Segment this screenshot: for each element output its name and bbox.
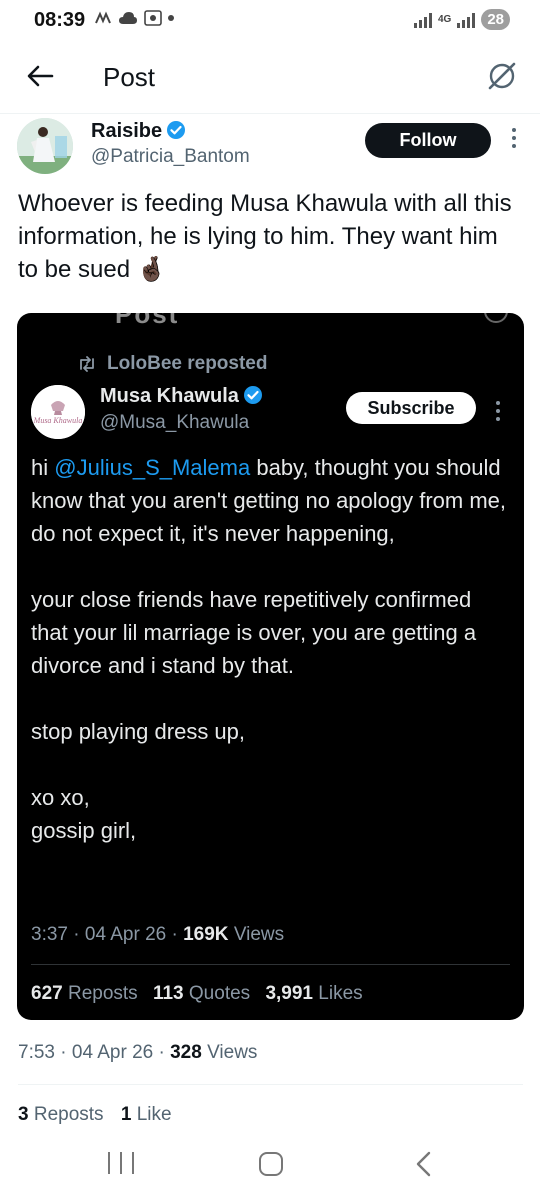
status-bar: 08:39 4G 28 (0, 0, 540, 42)
embed-quotes-label: Quotes (188, 983, 251, 1004)
status-right: 4G 28 (413, 9, 510, 30)
author-name[interactable]: Raisibe (91, 120, 186, 143)
embed-likes-label: Likes (318, 983, 363, 1004)
recent-apps-icon[interactable] (108, 1152, 134, 1174)
embed-cut-title: Post (115, 313, 180, 329)
embed-text-pre: hi (31, 455, 55, 480)
embed-body: hi @Julius_S_Malema baby, thought you sh… (31, 451, 511, 847)
author-avatar[interactable] (17, 118, 73, 174)
embed-author-handle: @Musa_Khawula (100, 412, 250, 433)
avatar-image (17, 118, 73, 174)
embed-paragraph-4: xo xo, (31, 785, 90, 810)
back-arrow-icon[interactable] (24, 60, 56, 92)
embed-paragraph-1: hi @Julius_S_Malema baby, thought you sh… (31, 451, 511, 550)
signal-icon-2 (457, 12, 476, 28)
battery-indicator: 28 (481, 9, 510, 30)
page-title: Post (103, 62, 156, 92)
embed-more-icon (496, 401, 502, 425)
post-views-count: 328 (170, 1042, 202, 1063)
repost-indicator: LoloBee reposted (77, 353, 267, 375)
post-date: 04 Apr 26 (71, 1042, 154, 1063)
post-likes-label: Like (136, 1104, 172, 1125)
post-time: 7:53 (18, 1042, 55, 1063)
embed-divider (31, 964, 510, 965)
screenshot-icon (144, 10, 162, 26)
top-bar: Post (0, 52, 540, 106)
system-nav-bar (0, 1140, 540, 1199)
embed-paragraph-2: your close friends have repetitively con… (31, 587, 477, 678)
follow-button[interactable]: Follow (365, 123, 491, 158)
embed-reposts-count: 627 (31, 983, 63, 1004)
post-reposts-count: 3 (18, 1104, 29, 1125)
embed-avatar-logo: Musa Khawula (31, 385, 85, 439)
signal-icon (413, 12, 432, 28)
embed-author-name-text: Musa Khawula (100, 385, 239, 407)
repost-icon (80, 356, 94, 372)
status-notifications (94, 10, 174, 26)
embed-subscribe-button: Subscribe (346, 392, 476, 424)
embed-likes-count: 3,991 (265, 983, 313, 1004)
embed-meta: 3:37 · 04 Apr 26 · 169K Views (31, 924, 285, 945)
embed-quotes-count: 113 (152, 983, 184, 1004)
embed-views-label: Views (233, 924, 285, 945)
post-stats: 3 Reposts 1 Like (18, 1104, 184, 1126)
embed-paragraph-3: stop playing dress up, (31, 719, 246, 744)
embed-time: 3:37 (31, 924, 68, 945)
embedded-image[interactable]: Post LoloBee reposted Musa Khawula Musa … (17, 313, 524, 1020)
embed-date: 04 Apr 26 (84, 924, 167, 945)
embed-verified-badge-icon (243, 386, 262, 404)
embed-mention: @Julius_S_Malema (54, 455, 251, 480)
embed-views-count: 169K (183, 924, 229, 945)
more-options-icon[interactable] (512, 128, 518, 152)
verified-badge-icon (167, 121, 186, 139)
embed-author-name: Musa Khawula (100, 385, 263, 408)
author-name-text: Raisibe (91, 120, 163, 142)
embed-paragraph-5: gossip girl, (31, 818, 137, 843)
post-views-label: Views (207, 1042, 258, 1063)
post-likes-count: 1 (120, 1104, 132, 1125)
home-icon[interactable] (259, 1152, 283, 1176)
network-activity-icon (95, 11, 111, 24)
header-divider (0, 113, 540, 114)
reposts-link[interactable]: 3 Reposts (18, 1104, 104, 1125)
embed-stats: 627 Reposts 113 Quotes 3,991 Likes (31, 983, 373, 1005)
nav-back-icon[interactable] (412, 1150, 436, 1178)
embed-avatar-text: Musa Khawula (33, 416, 83, 425)
grok-icon[interactable] (486, 60, 518, 92)
likes-link[interactable]: 1 Like (121, 1104, 172, 1125)
post-meta: 7:53 · 04 Apr 26 · 328 Views (18, 1042, 258, 1063)
embed-reposts-label: Reposts (67, 983, 138, 1004)
embed-cut-icon (484, 313, 508, 323)
network-type-label: 4G (437, 14, 452, 25)
author-handle[interactable]: @Patricia_Bantom (91, 146, 250, 168)
cloud-icon (119, 12, 137, 24)
repost-label: LoloBee reposted (107, 353, 268, 374)
meta-divider (18, 1084, 523, 1085)
post-text: Whoever is feeding Musa Khawula with all… (18, 190, 512, 283)
dot-icon (168, 15, 174, 21)
post-reposts-label: Reposts (33, 1104, 104, 1125)
status-time: 08:39 (34, 9, 86, 31)
embed-author-avatar: Musa Khawula (31, 385, 85, 439)
